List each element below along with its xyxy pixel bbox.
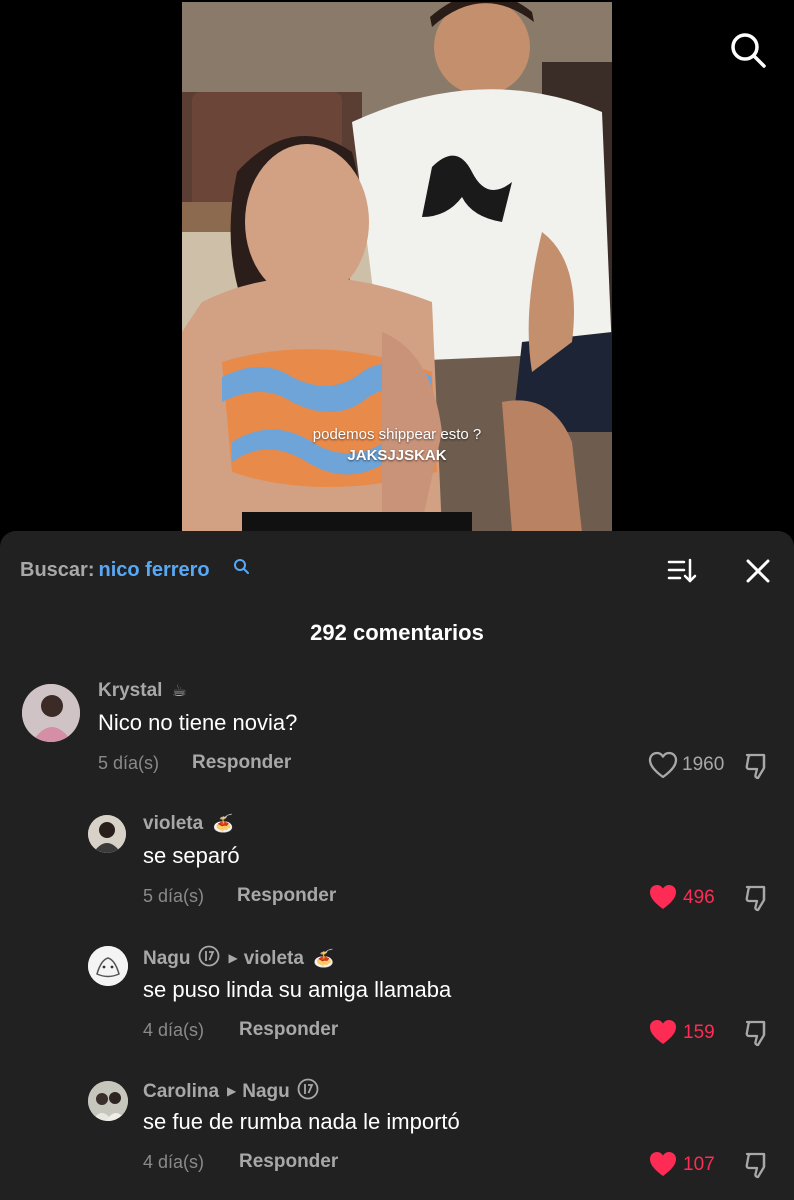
dislike-button[interactable] xyxy=(743,751,773,781)
comment-item: Krystal ☕ Nico no tiene novia? 5 día(s) … xyxy=(0,676,794,786)
comment-text: se separó xyxy=(143,843,240,868)
like-button[interactable] xyxy=(647,882,679,912)
like-button[interactable] xyxy=(647,750,679,780)
like-count: 1960 xyxy=(682,754,725,775)
like-count: 496 xyxy=(683,887,715,908)
dislike-button[interactable] xyxy=(743,1150,773,1180)
video-player[interactable]: podemos shippear esto ? JAKSJJSKAK xyxy=(182,2,612,532)
thumbs-down-icon xyxy=(745,1020,766,1047)
avatar[interactable] xyxy=(88,1081,128,1121)
comment-username[interactable]: Nagu ▶ violeta 🍝 xyxy=(143,945,334,970)
reply-item: Nagu ▶ violeta 🍝 se puso linda su amiga ll… xyxy=(0,943,794,1053)
reply-button[interactable]: Responder xyxy=(237,885,336,907)
reply-arrow-icon: ▶ xyxy=(227,1084,237,1098)
comments-count: 292 comentarios xyxy=(310,620,484,645)
badge-icon xyxy=(297,1078,319,1100)
like-button[interactable] xyxy=(647,1017,679,1047)
coffee-emoji-icon: ☕ xyxy=(171,681,187,700)
reply-to-username[interactable]: violeta xyxy=(244,948,304,969)
video-area: podemos shippear esto ? JAKSJJSKAK xyxy=(0,0,794,560)
search-label: Buscar: xyxy=(20,559,95,581)
heart-filled-icon xyxy=(650,885,676,909)
comment-username[interactable]: violeta 🍝 xyxy=(143,813,234,835)
spaghetti-emoji-icon: 🍝 xyxy=(212,814,234,833)
heart-filled-icon xyxy=(650,1020,676,1044)
avatar[interactable] xyxy=(88,946,128,986)
spaghetti-emoji-icon: 🍝 xyxy=(313,949,335,968)
avatar-image xyxy=(22,684,80,742)
avatar-image xyxy=(88,1081,128,1121)
search-icon xyxy=(731,33,766,68)
comment-text: Nico no tiene novia? xyxy=(98,710,298,735)
reply-button[interactable]: Responder xyxy=(192,752,291,774)
sheet-header: Buscar: nico ferrero xyxy=(0,531,794,609)
comment-date: 5 día(s) xyxy=(143,886,205,906)
dislike-button[interactable] xyxy=(743,1018,773,1048)
heart-filled-icon xyxy=(650,1152,676,1176)
close-icon xyxy=(746,559,770,583)
avatar-image xyxy=(88,815,126,853)
comments-sheet: Buscar: nico ferrero 292 comentarios Kry… xyxy=(0,531,794,1200)
heart-outline-icon xyxy=(648,751,678,779)
thumbs-down-icon xyxy=(745,885,766,912)
reply-item: Carolina ▶ Nagu se fue de rumba nada le im… xyxy=(0,1075,794,1185)
comment-username[interactable]: Carolina ▶ Nagu xyxy=(143,1078,320,1103)
comment-text: se fue de rumba nada le importó xyxy=(143,1109,460,1134)
thumbs-down-icon xyxy=(745,1152,766,1179)
search-button[interactable] xyxy=(728,30,768,70)
reply-to-username[interactable]: Nagu xyxy=(242,1081,290,1102)
reply-button[interactable]: Responder xyxy=(239,1151,338,1173)
comment-date: 5 día(s) xyxy=(98,753,160,773)
search-query-link[interactable]: nico ferrero xyxy=(98,559,209,581)
search-small-icon xyxy=(234,559,249,574)
caption-line-2: JAKSJJSKAK xyxy=(347,447,447,464)
search-suggestion[interactable]: Buscar: nico ferrero xyxy=(20,559,210,582)
avatar[interactable] xyxy=(88,815,126,853)
badge-icon xyxy=(198,945,219,967)
like-count: 159 xyxy=(683,1022,715,1043)
avatar-image xyxy=(88,946,128,986)
comment-date: 4 día(s) xyxy=(143,1152,205,1172)
sort-icon xyxy=(667,558,697,583)
reply-arrow-icon: ▶ xyxy=(228,951,238,965)
like-count: 107 xyxy=(683,1154,715,1175)
video-caption: podemos shippear esto ? JAKSJJSKAK xyxy=(182,424,612,466)
reply-item: violeta 🍝 se separó 5 día(s) Responder 4… xyxy=(0,810,794,920)
thumbs-down-icon xyxy=(745,753,766,780)
caption-line-1: podemos shippear esto ? xyxy=(312,426,482,443)
reply-button[interactable]: Responder xyxy=(239,1019,338,1041)
dislike-button[interactable] xyxy=(743,883,773,913)
like-button[interactable] xyxy=(647,1149,679,1179)
avatar[interactable] xyxy=(22,684,80,742)
close-button[interactable] xyxy=(744,557,772,585)
comment-username[interactable]: Krystal ☕ xyxy=(98,680,187,702)
comment-date: 4 día(s) xyxy=(143,1020,205,1040)
comment-text: se puso linda su amiga llamaba xyxy=(143,977,452,1002)
sort-button[interactable] xyxy=(666,557,698,585)
